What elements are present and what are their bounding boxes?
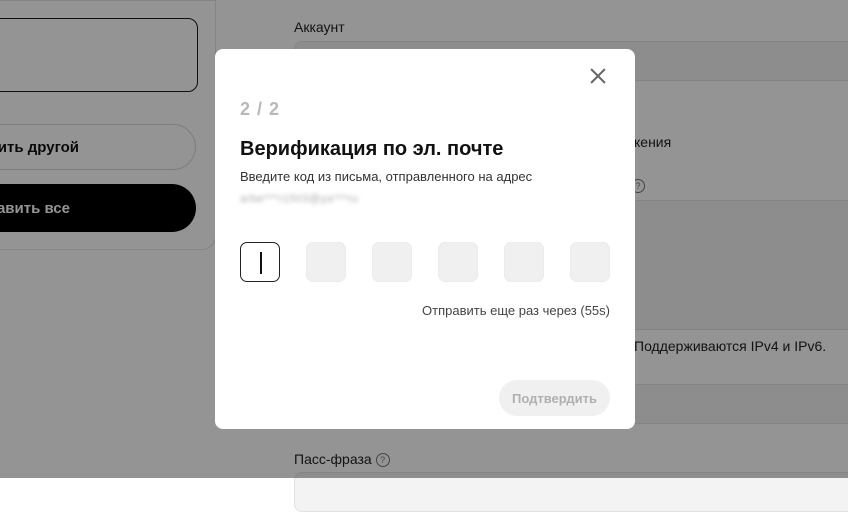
code-digit-4[interactable] — [438, 242, 478, 282]
email-verification-modal: 2 / 2 Верификация по эл. почте Введите к… — [215, 49, 635, 429]
code-digit-5[interactable] — [504, 242, 544, 282]
confirm-button[interactable]: Подтвердить — [499, 380, 610, 416]
close-icon[interactable] — [587, 65, 609, 87]
code-digit-1[interactable] — [240, 242, 280, 282]
masked-email: arbe***r1503@ya***ru — [240, 193, 359, 205]
code-digit-6[interactable] — [570, 242, 610, 282]
passphrase-input[interactable] — [294, 472, 848, 512]
text-caret — [260, 252, 262, 274]
modal-subtitle: Введите код из письма, отправленного на … — [240, 169, 533, 184]
modal-title: Верификация по эл. почте — [240, 138, 504, 160]
resend-timer[interactable]: Отправить еще раз через (55s) — [422, 303, 610, 318]
code-digit-2[interactable] — [306, 242, 346, 282]
code-digit-3[interactable] — [372, 242, 412, 282]
step-indicator: 2 / 2 — [240, 99, 281, 119]
